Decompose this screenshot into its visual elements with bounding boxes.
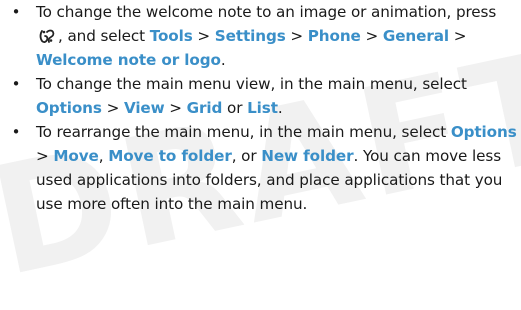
instruction-text: > bbox=[448, 27, 467, 45]
menu-path-keyword: Settings bbox=[214, 27, 286, 45]
menu-path-keyword: Options bbox=[36, 99, 102, 117]
instruction-text: To rearrange the main menu, in the main … bbox=[36, 123, 451, 141]
instruction-text: To change the main menu view, in the mai… bbox=[36, 75, 467, 93]
menu-path-keyword: General bbox=[382, 27, 449, 45]
instruction-text: . bbox=[277, 99, 283, 117]
menu-path-keyword: List bbox=[247, 99, 278, 117]
menu-path-keyword: Move bbox=[53, 147, 99, 165]
list-item: • To rearrange the main menu, in the main… bbox=[0, 120, 521, 216]
menu-path-keyword: Grid bbox=[186, 99, 223, 117]
instruction-text: > bbox=[285, 27, 308, 45]
instruction-text: , bbox=[98, 147, 109, 165]
menu-path-keyword: Move to folder bbox=[108, 147, 232, 165]
instruction-list: • To change the welcome note to an image … bbox=[0, 0, 521, 216]
instruction-text: > bbox=[101, 99, 124, 117]
menu-path-keyword: View bbox=[123, 99, 165, 117]
menu-path-keyword: Tools bbox=[149, 27, 193, 45]
instruction-text: , and select bbox=[58, 27, 150, 45]
list-item: • To change the welcome note to an image … bbox=[0, 0, 521, 72]
instruction-text: To change the welcome note to an image o… bbox=[36, 3, 497, 21]
menu-path-keyword: Phone bbox=[307, 27, 361, 45]
instruction-text: > bbox=[192, 27, 215, 45]
instruction-text: > bbox=[360, 27, 383, 45]
menu-key-icon bbox=[39, 29, 55, 43]
menu-path-keyword: Welcome note or logo bbox=[36, 51, 221, 69]
menu-path-keyword: New folder bbox=[261, 147, 354, 165]
bullet-dot-icon: • bbox=[11, 3, 21, 21]
list-item: • To change the main menu view, in the ma… bbox=[0, 72, 521, 120]
bullet-dot-icon: • bbox=[11, 75, 21, 93]
instruction-text: > bbox=[164, 99, 187, 117]
menu-path-keyword: Options bbox=[450, 123, 517, 141]
bullet-dot-icon: • bbox=[11, 123, 21, 141]
instruction-text: or bbox=[222, 99, 248, 117]
instruction-text: . bbox=[220, 51, 226, 69]
instruction-text: > bbox=[36, 147, 54, 165]
instruction-text: , or bbox=[231, 147, 262, 165]
